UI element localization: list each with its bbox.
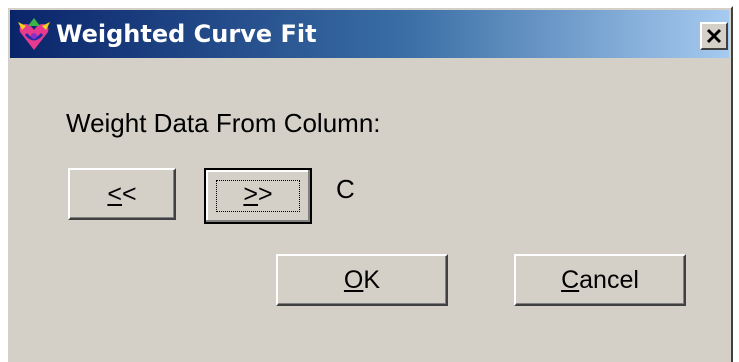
dialog-window: Weighted Curve Fit Weight Data From Colu… — [6, 6, 733, 362]
cancel-button-label: Cancel — [561, 266, 639, 294]
previous-column-label: << — [107, 180, 137, 208]
focus-indicator — [216, 180, 300, 212]
window-title: Weighted Curve Fit — [56, 20, 317, 48]
title-bar[interactable]: Weighted Curve Fit — [10, 10, 729, 58]
close-button[interactable] — [700, 22, 728, 50]
curve-fit-app-icon — [18, 18, 50, 50]
weight-column-prompt: Weight Data From Column: — [66, 108, 381, 138]
previous-column-button[interactable]: << — [68, 168, 176, 220]
ok-button-label: OK — [343, 266, 381, 294]
cancel-button[interactable]: Cancel — [514, 254, 686, 306]
ok-button[interactable]: OK — [276, 254, 448, 306]
next-column-button[interactable]: >> — [204, 168, 312, 224]
close-icon — [705, 24, 723, 51]
selected-column-value: C — [336, 174, 355, 204]
